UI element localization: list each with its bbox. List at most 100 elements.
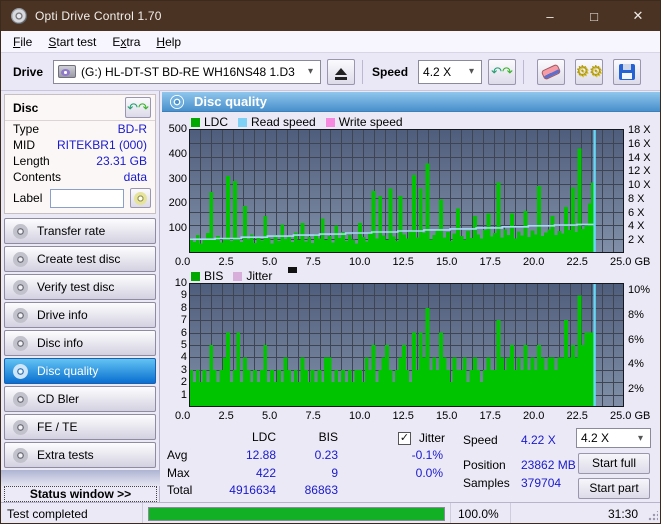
sidebar-item-create-test-disc[interactable]: Create test disc	[4, 246, 156, 272]
disc-icon	[13, 447, 28, 463]
axis-tick-label: 16 X	[628, 137, 651, 150]
test-speed-value: 4.2 X	[581, 431, 610, 445]
maximize-button[interactable]: □	[572, 1, 616, 31]
sidebar: Disc ↶↷ Type BD-R MID RITEKBR1 (000) Lengt…	[1, 91, 160, 503]
stats-panel: LDC BIS ✓ Jitter Avg 12.88 0.23 -0.1% Ma…	[161, 421, 660, 503]
axis-tick-label: 4%	[628, 358, 644, 371]
close-button[interactable]: ✕	[616, 1, 660, 31]
settings-button[interactable]: ⚙⚙	[575, 58, 604, 85]
title-bar: Opti Drive Control 1.70 – □ ✕	[1, 1, 660, 31]
sidebar-item-cd-bler[interactable]: CD Bler	[4, 386, 156, 412]
axis-tick-label: 15.0	[436, 256, 458, 268]
refresh-button[interactable]: ↶↷	[488, 58, 517, 85]
disc-length-label: Length	[13, 154, 50, 168]
sidebar-item-extra-tests[interactable]: Extra tests	[4, 442, 156, 468]
total-bis-value: 86863	[304, 483, 338, 497]
erase-disc-button[interactable]	[537, 58, 566, 85]
sidebar-item-label: FE / TE	[37, 420, 78, 434]
menu-item-help[interactable]: Help	[148, 33, 189, 51]
position-stat-label: Position	[463, 458, 506, 472]
axis-tick-label: 4 X	[628, 220, 645, 233]
axis-tick-label: 25.0 GB	[610, 256, 651, 268]
axis-tick-label: 10.0	[349, 256, 371, 268]
disc-contents-label: Contents	[13, 170, 62, 184]
chevron-down-icon: ▾	[308, 66, 314, 77]
max-row-label: Max	[167, 466, 190, 480]
axis-tick-label: 10	[174, 277, 187, 289]
minimize-button[interactable]: –	[528, 1, 572, 31]
speed-stat-label: Speed	[463, 433, 498, 447]
status-bar: Test completed 100.0% 31:30	[1, 502, 660, 523]
disc-contents-value[interactable]: data	[124, 170, 147, 184]
legend-label: Jitter	[246, 269, 273, 283]
progress-bar	[148, 506, 445, 521]
max-jitter-value: 0.0%	[415, 466, 443, 480]
axis-tick-label: 2	[180, 376, 187, 389]
sidebar-item-label: Disc quality	[37, 364, 99, 378]
axis-tick-label: 8%	[628, 308, 644, 321]
refresh-icon: ↶↷	[127, 100, 149, 115]
disc-icon	[13, 251, 28, 267]
avg-bis-value: 0.23	[314, 448, 338, 462]
eject-button[interactable]	[327, 58, 356, 85]
menu-item-extra[interactable]: Extra	[104, 33, 148, 51]
save-button[interactable]	[613, 58, 642, 85]
axis-tick-label: 4	[180, 351, 187, 364]
sidebar-item-fe-te[interactable]: FE / TE	[4, 414, 156, 440]
sidebar-gradient-band	[1, 470, 160, 486]
disc-icon	[13, 419, 28, 435]
total-row-label: Total	[167, 483, 193, 497]
disc-mid-label: MID	[13, 138, 35, 152]
disc-refresh-button[interactable]: ↶↷	[125, 97, 151, 118]
start-full-button[interactable]: Start full	[578, 453, 650, 474]
drive-icon	[58, 65, 77, 78]
speed-stat-value: 4.22 X	[521, 433, 556, 447]
speed-select-value: 4.2 X	[423, 64, 452, 79]
disc-icon	[134, 191, 148, 205]
speed-select[interactable]: 4.2 X ▾	[418, 59, 483, 84]
panel-title: Disc quality	[194, 94, 267, 109]
legend-label: Read speed	[251, 115, 316, 129]
drive-select[interactable]: (G:) HL-DT-ST BD-RE WH16NS48 1.D3 ▾	[53, 59, 322, 84]
disc-label-input[interactable]	[50, 188, 125, 208]
axis-tick-label: 20.0	[523, 256, 545, 268]
axis-tick-label: 8 X	[628, 192, 645, 205]
avg-jitter-value: -0.1%	[411, 448, 443, 462]
legend-swatch-icon	[191, 271, 200, 281]
jitter-checkbox[interactable]: ✓	[398, 430, 411, 445]
sidebar-item-verify-test-disc[interactable]: Verify test disc	[4, 274, 156, 300]
sidebar-item-label: Transfer rate	[37, 224, 106, 238]
gears-icon: ⚙⚙	[575, 63, 603, 80]
chevron-down-icon: ▾	[637, 432, 643, 444]
sidebar-item-disc-quality[interactable]: Disc quality	[4, 358, 156, 384]
axis-tick-label: 1	[180, 388, 187, 401]
progress-section	[143, 503, 451, 523]
start-part-button[interactable]: Start part	[578, 478, 650, 499]
progress-percent: 100.0%	[451, 503, 511, 523]
drive-select-value: (G:) HL-DT-ST BD-RE WH16NS48 1.D3	[81, 64, 295, 79]
disc-icon	[13, 279, 28, 295]
disc-type-value: BD-R	[117, 122, 147, 136]
menu-item-file[interactable]: File	[5, 33, 40, 51]
axis-tick-label: 3	[180, 363, 187, 376]
sidebar-item-transfer-rate[interactable]: Transfer rate	[4, 218, 156, 244]
axis-tick-label: 10%	[628, 284, 651, 296]
chart2-plot	[189, 283, 624, 407]
status-window-button[interactable]: Status window >>	[4, 486, 157, 502]
test-speed-select[interactable]: 4.2 X ▾	[576, 428, 651, 448]
sidebar-item-drive-info[interactable]: Drive info	[4, 302, 156, 328]
axis-tick-label: 300	[168, 172, 187, 185]
eraser-icon	[540, 63, 562, 80]
axis-tick-label: 5.0	[262, 256, 278, 268]
resize-grip-icon[interactable]	[648, 511, 658, 521]
disc-label-button[interactable]	[130, 188, 151, 208]
panel-header: Disc quality	[162, 92, 660, 112]
legend-label: Write speed	[338, 115, 403, 129]
disc-panel-title: Disc	[13, 100, 39, 115]
cursor-artifact	[288, 267, 297, 273]
samples-stat-value: 379704	[521, 476, 562, 490]
disc-length-value: 23.31 GB	[96, 154, 147, 168]
sidebar-item-disc-info[interactable]: Disc info	[4, 330, 156, 356]
axis-tick-label: 12.5	[392, 256, 414, 268]
menu-item-start-test[interactable]: Start test	[40, 33, 104, 51]
